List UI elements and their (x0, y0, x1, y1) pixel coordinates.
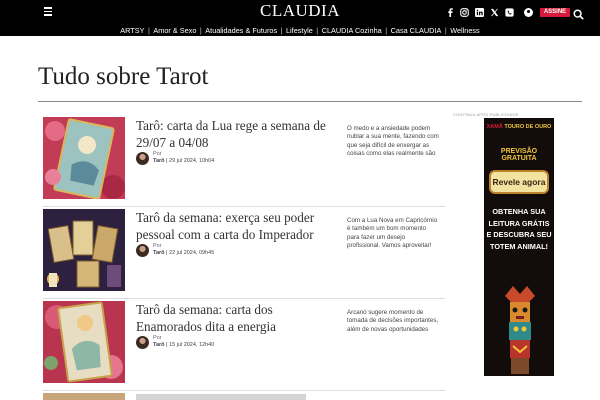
article-card: Tarô da semana: exerça seu poder pessoal… (43, 207, 445, 299)
nav-item-atualidades[interactable]: Atualidades & Futuros (205, 26, 277, 35)
article-thumbnail[interactable] (43, 117, 125, 199)
whatsapp-icon[interactable] (504, 7, 514, 18)
article-date: 29 jul 2024, 10h04 (169, 158, 215, 164)
article-meta: Tarô | 29 jul 2024, 10h04 (153, 158, 215, 164)
linkedin-icon[interactable] (474, 7, 484, 18)
nav-separator: | (385, 25, 388, 35)
nav-separator: | (280, 25, 283, 35)
advertisement-banner[interactable]: XAMÃ TOURO DE OURO PREVISÃO GRATUITA Rev… (484, 118, 554, 376)
page-title: Tudo sobre Tarot (38, 63, 209, 90)
article-meta: Tarô | 22 jul 2024, 09h45 (153, 250, 215, 256)
article-date: 15 jul 2024, 12h40 (169, 342, 215, 348)
article-summary: Com a Lua Nova em Capricórnio é também u… (347, 217, 438, 250)
article-card: Tarô da semana: carta dos Enamorados dit… (43, 299, 445, 391)
article-title[interactable]: Tarô da semana: exerça seu poder pessoal… (136, 209, 341, 243)
by-label: Por (153, 151, 162, 157)
article-summary: Arcano sugere momento de tomada de decis… (347, 309, 439, 333)
author-avatar (136, 336, 149, 349)
article-byline: Por Tarô | 15 jul 2024, 12h40 (136, 335, 336, 351)
ad-promo: PREVISÃO GRATUITA (500, 148, 538, 162)
nav-item-amor-sexo[interactable]: Amor & Sexo (153, 26, 196, 35)
article-title[interactable]: Tarô: carta da Lua rege a semana de 29/0… (136, 117, 341, 151)
nav-item-wellness[interactable]: Wellness (450, 26, 479, 35)
top-bar: CLAUDIA ASSINE (0, 0, 600, 24)
article-summary: O medo e a ansiedade podem nublar a sua … (347, 125, 439, 158)
subscribe-button[interactable]: ASSINE (540, 8, 570, 17)
ad-cta-button[interactable]: Revele agora (489, 170, 549, 194)
search-icon[interactable] (573, 7, 584, 20)
author-avatar (136, 244, 149, 257)
facebook-icon[interactable] (445, 7, 455, 18)
nav-item-artsy[interactable]: ARTSY (120, 26, 144, 35)
nav-separator: | (147, 25, 150, 35)
author-avatar (136, 152, 149, 165)
article-thumbnail[interactable] (43, 301, 125, 383)
article-byline: Por Tarô | 29 jul 2024, 10h04 (136, 151, 336, 167)
author-name[interactable]: Tarô (153, 250, 165, 256)
nav-separator: | (199, 25, 202, 35)
article-meta: Tarô | 15 jul 2024, 12h40 (153, 342, 215, 348)
nav-item-claudia-cozinha[interactable]: CLAUDIA Cozinha (322, 26, 382, 35)
article-title-partial[interactable] (136, 394, 306, 400)
nav-item-lifestyle[interactable]: Lifestyle (286, 26, 313, 35)
totem-illustration (505, 286, 535, 374)
article-date: 22 jul 2024, 09h45 (169, 250, 215, 256)
article-title[interactable]: Tarô da semana: carta dos Enamorados dit… (136, 301, 341, 335)
nav-item-casa-claudia[interactable]: Casa CLAUDIA (391, 26, 442, 35)
author-name[interactable]: Tarô (153, 342, 165, 348)
nav-separator: | (444, 25, 447, 35)
title-divider (38, 101, 582, 102)
ad-copy: OBTENHA SUA LEITURA GRÁTIS E DESCUBRA SE… (486, 207, 552, 251)
article-card: Tarô: carta da Lua rege a semana de 29/0… (43, 115, 445, 207)
ad-brand: XAMÃ TOURO DE OURO (486, 124, 552, 130)
article-thumbnail[interactable] (43, 209, 125, 291)
by-label: Por (153, 335, 162, 341)
article-thumbnail-partial[interactable] (43, 393, 125, 400)
user-account-icon[interactable] (524, 8, 533, 17)
x-icon[interactable] (489, 7, 499, 18)
article-byline: Por Tarô | 22 jul 2024, 09h45 (136, 243, 336, 259)
instagram-icon[interactable] (459, 7, 469, 18)
by-label: Por (153, 243, 162, 249)
author-name[interactable]: Tarô (153, 158, 165, 164)
ad-label: CONTINUA APÓS PUBLICIDADE (453, 112, 519, 117)
category-nav: ARTSY | Amor & Sexo | Atualidades & Futu… (0, 24, 600, 36)
nav-separator: | (316, 25, 319, 35)
